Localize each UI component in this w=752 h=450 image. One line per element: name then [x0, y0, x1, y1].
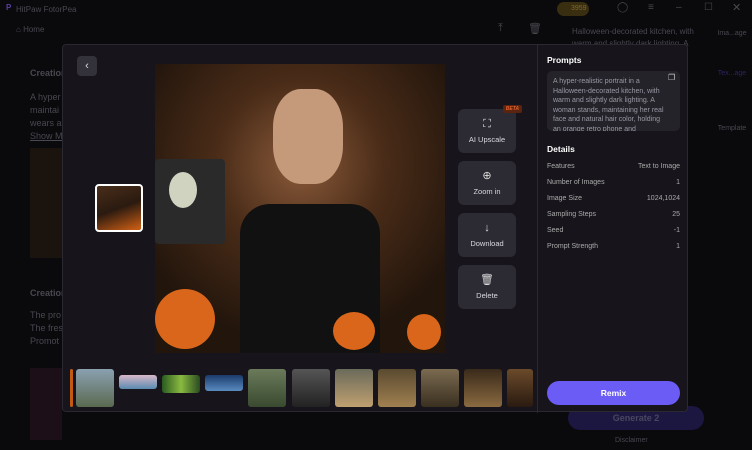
- text-line: The fres: [30, 323, 64, 333]
- sidebar-item-image[interactable]: Ima...age: [712, 30, 752, 37]
- trash-icon: 🗑: [480, 273, 494, 286]
- credits-badge[interactable]: 3959: [557, 2, 589, 16]
- upload-icon[interactable]: ⤒: [498, 22, 503, 35]
- detail-value: -1: [673, 226, 680, 234]
- delete-button[interactable]: 🗑 Delete: [458, 265, 516, 309]
- home-label: Home: [23, 25, 45, 34]
- detail-label: Features: [547, 162, 575, 170]
- detail-label: Seed: [547, 226, 564, 234]
- disclaimer-link[interactable]: Disclaimer: [615, 437, 648, 444]
- account-icon[interactable]: ◯: [617, 2, 628, 13]
- detail-label: Prompt Strength: [547, 242, 598, 250]
- text-line: A hyper: [30, 92, 61, 102]
- title-bar: P HitPaw FotorPea 3959 ◯ ≡ – ☐ ✕: [0, 0, 752, 18]
- generate-label: Generate: [612, 413, 652, 423]
- sidebar-item-template[interactable]: Template: [712, 125, 752, 132]
- detail-row: Sampling Steps 25: [547, 206, 680, 222]
- home-link[interactable]: ⌂ Home: [16, 25, 44, 34]
- detail-label: Image Size: [547, 194, 583, 202]
- thumbnail[interactable]: [421, 369, 459, 407]
- upscale-icon: ⛶: [483, 117, 491, 130]
- button-label: Delete: [476, 290, 498, 300]
- detail-row: Seed -1: [547, 222, 680, 238]
- minimize-icon[interactable]: –: [676, 2, 682, 13]
- creation-image[interactable]: [30, 368, 62, 440]
- creation-text: A hyper maintai wears a Show M: [30, 91, 63, 143]
- thumbnail[interactable]: [70, 369, 73, 407]
- thumbnail[interactable]: [464, 369, 502, 407]
- action-buttons: BETA ⛶ AI Upscale ⊕ Zoom in ↓ Download 🗑 Del…: [458, 105, 522, 309]
- download-icon: ↓: [484, 221, 490, 234]
- generate-cost: 2: [654, 413, 660, 423]
- text-line: wears a: [30, 118, 62, 128]
- thumbnail[interactable]: [76, 369, 114, 407]
- sidebar-label: Template: [717, 125, 747, 132]
- app-title: HitPaw FotorPea: [16, 5, 77, 14]
- text-line: Halloween-decorated kitchen, with: [572, 27, 694, 36]
- text-line: maintai: [30, 105, 60, 115]
- thumbnail[interactable]: [248, 369, 286, 407]
- sidebar-label: Tex...age: [717, 70, 747, 77]
- thumbnail[interactable]: [507, 369, 533, 407]
- thumbnail[interactable]: [162, 375, 200, 393]
- details-list: Features Text to Image Number of Images 1 …: [547, 158, 680, 254]
- button-label: AI Upscale: [468, 134, 506, 144]
- details-title: Details: [547, 144, 575, 154]
- trash-icon[interactable]: 🗑: [528, 22, 542, 35]
- prompt-text: A hyper-realistic portrait in a Hallowee…: [547, 71, 680, 131]
- remix-button[interactable]: Remix: [547, 381, 680, 405]
- creation-text: The pro The fres Promot: [30, 309, 63, 348]
- creation-image[interactable]: [30, 148, 62, 258]
- button-label: Download: [470, 238, 504, 248]
- thumbnail[interactable]: [205, 375, 243, 391]
- sidebar-label: Ima...age: [717, 30, 747, 37]
- detail-row: Image Size 1024,1024: [547, 190, 680, 206]
- detail-value: Text to Image: [637, 162, 680, 170]
- detail-row: Prompt Strength 1: [547, 238, 680, 254]
- download-button[interactable]: ↓ Download: [458, 213, 516, 257]
- app-logo: P: [6, 3, 12, 12]
- text-line: The pro: [30, 310, 62, 320]
- detail-value: 1024,1024: [646, 194, 680, 202]
- button-label: Zoom in: [473, 186, 501, 196]
- sidebar-item-text-to-image[interactable]: Tex...age: [712, 70, 752, 77]
- copy-icon[interactable]: ❐: [668, 73, 675, 82]
- thumbnail[interactable]: [378, 369, 416, 407]
- image-viewer-modal: ‹ BETA ⛶ AI Upscale ⊕ Zoom in ↓ Download 🗑 D…: [62, 44, 689, 413]
- thumbnail[interactable]: [292, 369, 330, 407]
- close-icon[interactable]: ✕: [732, 1, 741, 14]
- home-icon: ⌂: [16, 25, 21, 34]
- prompts-title: Prompts: [547, 55, 582, 65]
- zoom-in-button[interactable]: ⊕ Zoom in: [458, 161, 516, 205]
- zoom-in-icon: ⊕: [482, 169, 492, 182]
- menu-icon[interactable]: ≡: [648, 2, 654, 13]
- main-image: [155, 64, 445, 353]
- beta-badge: BETA: [502, 105, 522, 113]
- info-panel: Prompts A hyper-realistic portrait in a …: [537, 45, 689, 413]
- thumbnail[interactable]: [335, 369, 373, 407]
- maximize-icon[interactable]: ☐: [704, 2, 713, 13]
- detail-value: 1: [676, 178, 680, 186]
- selected-thumbnail[interactable]: [95, 184, 143, 232]
- ai-upscale-button[interactable]: BETA ⛶ AI Upscale: [458, 105, 522, 153]
- detail-row: Features Text to Image: [547, 158, 680, 174]
- back-button[interactable]: ‹: [77, 56, 97, 76]
- detail-label: Number of Images: [547, 178, 605, 186]
- thumbnail[interactable]: [119, 375, 157, 389]
- show-more-link[interactable]: Show M: [30, 130, 63, 143]
- detail-value: 1: [676, 242, 680, 250]
- detail-row: Number of Images 1: [547, 174, 680, 190]
- text-line: Promot: [30, 336, 60, 346]
- detail-value: 25: [672, 210, 680, 218]
- detail-label: Sampling Steps: [547, 210, 597, 218]
